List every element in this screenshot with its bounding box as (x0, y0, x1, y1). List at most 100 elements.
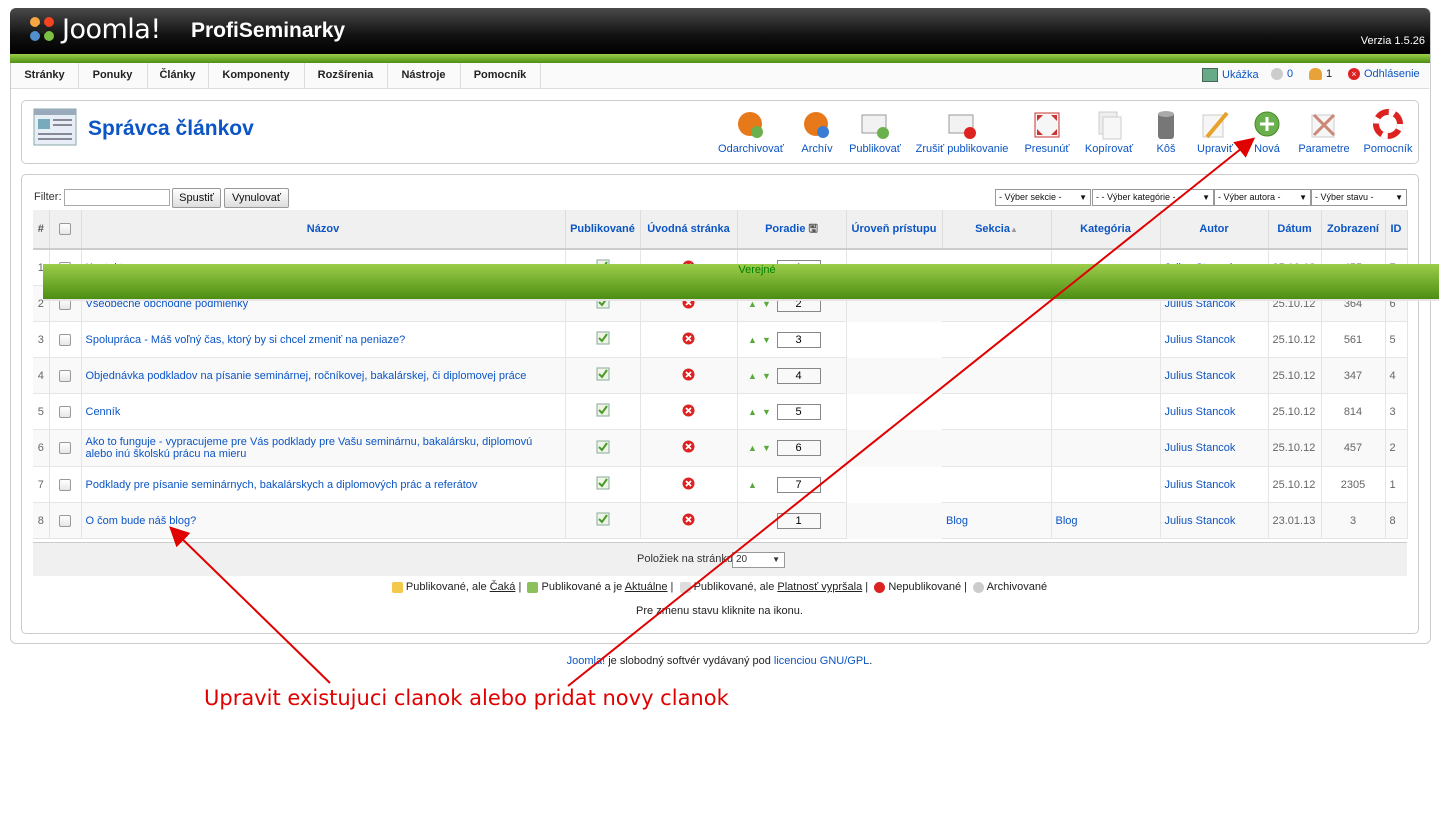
row-checkbox[interactable] (59, 442, 71, 455)
archive-button[interactable]: Archív (797, 109, 837, 155)
section-link[interactable]: Blog (942, 502, 1052, 539)
frontpage-toggle[interactable] (640, 357, 738, 394)
col-category[interactable]: Kategória (1051, 210, 1161, 250)
messages-link[interactable]: 0 (1271, 68, 1293, 80)
unarchive-button[interactable]: Odarchivovať (716, 109, 786, 155)
select-all-checkbox[interactable] (59, 223, 71, 236)
legend-expired-link[interactable]: Platnosť vypršala (777, 581, 862, 593)
row-select-cell[interactable] (49, 502, 82, 539)
order-input[interactable]: 7 (776, 476, 821, 493)
logout-link[interactable]: × Odhlásenie (1348, 68, 1420, 80)
author-link[interactable]: Julius Stancok (1160, 393, 1269, 430)
col-order[interactable]: Poradie 🖫 (737, 210, 847, 250)
section-link[interactable] (942, 429, 1052, 467)
menu-item-components[interactable]: Komponenty (208, 63, 305, 88)
access-toggle[interactable]: Verejné (43, 264, 1439, 300)
order-down-icon[interactable]: ▼ (760, 335, 774, 345)
author-link[interactable]: Julius Stancok (1160, 502, 1269, 539)
row-checkbox[interactable] (59, 369, 71, 382)
author-link[interactable]: Julius Stancok (1160, 466, 1269, 503)
joomla-link[interactable]: Joomla! (567, 655, 606, 667)
author-link[interactable]: Julius Stancok (1160, 357, 1269, 394)
new-button[interactable]: Nová (1250, 109, 1284, 155)
order-input[interactable]: 6 (776, 440, 821, 456)
row-checkbox[interactable] (59, 514, 71, 527)
col-id[interactable]: ID (1385, 210, 1408, 250)
menu-item-pages[interactable]: Stránky (11, 63, 79, 88)
filter-go-button[interactable]: Spustiť (172, 188, 221, 208)
category-link[interactable] (1051, 393, 1161, 430)
section-link[interactable] (942, 393, 1052, 430)
published-toggle[interactable] (565, 321, 641, 358)
legend-current-link[interactable]: Aktuálne (625, 581, 668, 593)
order-up-icon[interactable]: ▲ (746, 480, 760, 490)
filter-reset-button[interactable]: Vynulovať (224, 188, 289, 208)
menu-item-extensions[interactable]: Rozšírenia (304, 63, 388, 88)
trash-button[interactable]: Kôš (1150, 109, 1182, 155)
col-access[interactable]: Úroveň prístupu (846, 210, 943, 250)
state-select[interactable]: - Výber stavu - ▼ (1311, 189, 1407, 206)
category-select[interactable]: - - Výber kategórie - - ▼ (1092, 189, 1214, 206)
order-up-icon[interactable]: ▲ (746, 371, 760, 381)
row-checkbox[interactable] (59, 333, 71, 346)
frontpage-toggle[interactable] (640, 393, 738, 430)
params-button[interactable]: Parametre (1297, 109, 1351, 155)
menu-item-menus[interactable]: Ponuky (78, 63, 148, 88)
col-title[interactable]: Názov (81, 210, 566, 250)
col-date[interactable]: Dátum (1268, 210, 1322, 250)
order-input[interactable]: 1 (776, 512, 821, 529)
order-up-icon[interactable]: ▲ (746, 407, 760, 417)
order-down-icon[interactable]: ▼ (760, 443, 774, 453)
category-link[interactable] (1051, 429, 1161, 467)
article-title-link[interactable]: Ako to funguje - vypracujeme pre Vás pod… (81, 429, 566, 467)
published-toggle[interactable] (565, 502, 641, 539)
col-author[interactable]: Autor (1160, 210, 1269, 250)
help-button[interactable]: Pomocník (1363, 109, 1413, 155)
author-select[interactable]: - Výber autora - ▼ (1214, 189, 1311, 206)
publish-button[interactable]: Publikovať (847, 109, 903, 155)
preview-link[interactable]: Ukážka (1202, 68, 1259, 82)
row-select-cell[interactable] (49, 357, 82, 394)
order-input[interactable]: 4 (776, 367, 821, 384)
section-link[interactable] (942, 357, 1052, 394)
row-select-cell[interactable] (49, 429, 82, 467)
published-toggle[interactable] (565, 466, 641, 503)
section-link[interactable] (942, 321, 1052, 358)
row-checkbox[interactable] (59, 478, 71, 491)
order-input[interactable]: 5 (776, 403, 821, 420)
copy-button[interactable]: Kopírovať (1083, 109, 1135, 155)
published-toggle[interactable] (565, 357, 641, 394)
unpublish-button[interactable]: Zrušiť publikovanie (914, 109, 1010, 155)
author-link[interactable]: Julius Stancok (1160, 321, 1269, 358)
menu-item-tools[interactable]: Nástroje (387, 63, 461, 88)
category-link[interactable]: Blog (1051, 502, 1161, 539)
row-checkbox[interactable] (59, 405, 71, 418)
order-up-icon[interactable]: ▲ (746, 443, 760, 453)
frontpage-toggle[interactable] (640, 429, 738, 467)
frontpage-toggle[interactable] (640, 466, 738, 503)
col-frontpage[interactable]: Úvodná stránka (640, 210, 738, 250)
category-link[interactable] (1051, 357, 1161, 394)
author-link[interactable]: Julius Stancok (1160, 429, 1269, 467)
category-link[interactable] (1051, 321, 1161, 358)
row-select-cell[interactable] (49, 321, 82, 358)
published-toggle[interactable] (565, 429, 641, 467)
article-title-link[interactable]: Spolupráca - Máš voľný čas, ktorý by si … (81, 321, 566, 358)
edit-button[interactable]: Upraviť (1195, 109, 1235, 155)
legend-pending-link[interactable]: Čaká (490, 581, 516, 593)
save-order-icon[interactable]: 🖫 (809, 223, 818, 235)
section-link[interactable] (942, 466, 1052, 503)
col-section[interactable]: Sekcia▲ (942, 210, 1052, 250)
frontpage-toggle[interactable] (640, 502, 738, 539)
order-input[interactable]: 3 (776, 331, 821, 348)
col-hits[interactable]: Zobrazení (1321, 210, 1386, 250)
order-down-icon[interactable]: ▼ (760, 371, 774, 381)
published-toggle[interactable] (565, 393, 641, 430)
menu-item-articles[interactable]: Články (147, 63, 209, 88)
article-title-link[interactable]: Objednávka podkladov na písanie seminárn… (81, 357, 566, 394)
row-select-cell[interactable] (49, 393, 82, 430)
article-title-link[interactable]: O čom bude náš blog? (81, 502, 566, 539)
license-link[interactable]: licenciou GNU/GPL (774, 655, 869, 667)
order-down-icon[interactable]: ▼ (760, 407, 774, 417)
col-published[interactable]: Publikované (565, 210, 641, 250)
